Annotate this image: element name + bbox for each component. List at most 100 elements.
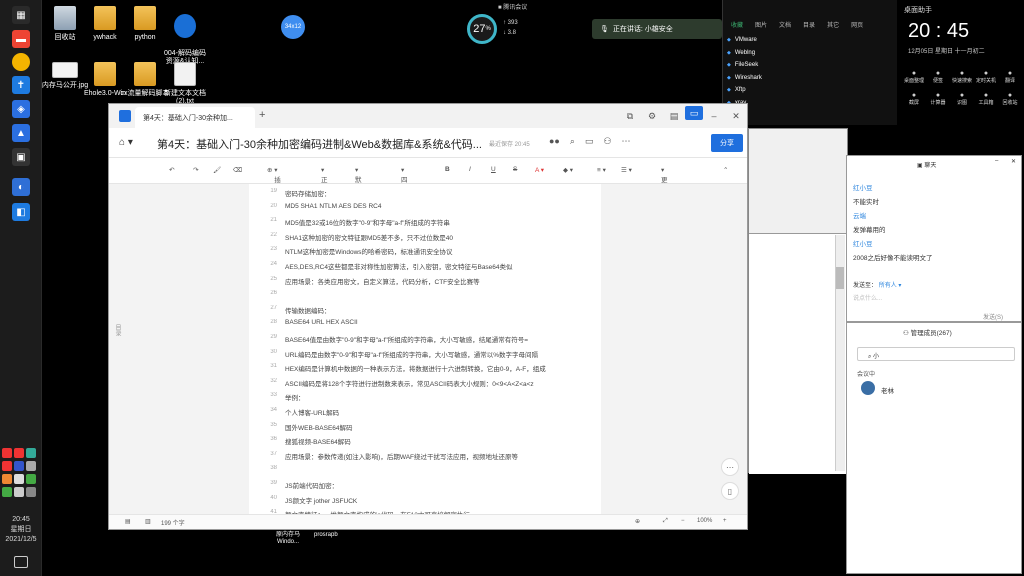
page-view-icon[interactable]: ▥	[145, 518, 151, 525]
document-line[interactable]: 37 应用场景：参数传递(如注入影响)，后期WAF绕过干扰写法应用，视频地址还原等	[249, 451, 601, 464]
chrome-icon[interactable]	[12, 53, 30, 71]
tray-icon[interactable]	[26, 487, 36, 497]
document-tab[interactable]: 第4天：基础入门-30余种加...	[135, 107, 255, 128]
close-icon[interactable]: ✕	[725, 104, 747, 128]
document-line[interactable]: 38	[249, 465, 601, 478]
desktop-icon-txt[interactable]: 新建文本文档(2).txt	[160, 62, 210, 106]
clear-format-icon[interactable]: ⌫	[233, 166, 242, 174]
list-icon[interactable]: ☰ ▾	[621, 166, 632, 174]
word-count[interactable]: 199 个字	[161, 518, 185, 527]
underline-icon[interactable]: U	[491, 166, 496, 173]
app-icon-4[interactable]: ◧	[12, 203, 30, 221]
document-line[interactable]: 24 AES,DES,RC4这些都是非对称性加密算法，引入密钥，密文特征与Base…	[249, 261, 601, 274]
background-window[interactable]	[748, 128, 849, 474]
cpu-meter[interactable]: 27%	[467, 14, 497, 44]
restore-icon[interactable]: ⧉	[619, 104, 641, 128]
share-button[interactable]: 分享	[711, 134, 743, 152]
document-line[interactable]: 21 MD5值是32或16位的数字"0-9"和字母"a-f"所组成的字符串	[249, 217, 601, 230]
strikethrough-icon[interactable]: S	[513, 166, 517, 173]
tool-item[interactable]: 便签	[926, 70, 950, 84]
shield-icon[interactable]: ◈	[12, 100, 30, 118]
collaborators-icon[interactable]: ●●	[549, 136, 560, 147]
comment-icon[interactable]: ▭	[585, 136, 594, 147]
panel-tab[interactable]: 图片	[755, 20, 767, 29]
zoom-level[interactable]: 100%	[697, 518, 712, 524]
tray-icon[interactable]	[2, 461, 12, 471]
home-icon[interactable]: ⌂ ▾	[119, 137, 133, 148]
close-icon[interactable]: ✕	[1011, 158, 1016, 165]
add-user-icon[interactable]: ⚇	[603, 136, 611, 147]
tool-item[interactable]: 快速搜索	[950, 70, 974, 84]
chat-input[interactable]: 说点什么...	[853, 293, 882, 302]
tray-icon[interactable]	[2, 487, 12, 497]
panel-tab[interactable]: 网页	[851, 20, 863, 29]
member-search-input[interactable]: ⌕ 小	[857, 347, 1015, 361]
notes-side-icon[interactable]: ▯	[721, 482, 739, 500]
tray-icon[interactable]	[14, 487, 24, 497]
desktop-icon-bottom-1[interactable]: 原内存马 Windo...	[276, 532, 300, 546]
zoom-in-icon[interactable]: +	[723, 518, 727, 524]
panel-tab[interactable]: 其它	[827, 20, 839, 29]
document-line[interactable]: 25 应用场景：各类应用密文，自定义算法，代码分析，CTF安全比赛等	[249, 276, 601, 289]
tray-icon[interactable]	[14, 474, 24, 484]
document-line[interactable]: 26	[249, 290, 601, 303]
panel-item[interactable]: VMware	[727, 34, 762, 47]
redo-icon[interactable]: ↷	[193, 166, 198, 174]
minimize-icon[interactable]: –	[703, 104, 725, 128]
zoom-out-icon[interactable]: −	[681, 518, 685, 524]
panel-item[interactable]: Wireshark	[727, 72, 762, 85]
app-icon-3[interactable]: ◐	[12, 178, 30, 196]
tool-item[interactable]: 截屏	[902, 92, 926, 106]
notes-icon[interactable]: ▤	[663, 104, 685, 128]
notification-icon[interactable]	[14, 556, 28, 568]
document-line[interactable]: 30 URL编码是由数字"0-9"和字母"a-f"所组成的字符串，大小写敏感，通常…	[249, 349, 601, 362]
tool-item[interactable]: 回收站	[998, 92, 1022, 106]
collapse-icon[interactable]: ⌃	[723, 166, 728, 174]
document-title[interactable]: 第4天：基础入门-30余种加密编码进制&Web&数据库&系统&代码...	[157, 136, 482, 152]
document-line[interactable]: 28 BASE64 URL HEX ASCII	[249, 319, 601, 332]
taskbar-clock[interactable]: 20:45 星期日 2021/12/5	[0, 515, 42, 545]
app-icon-2[interactable]: ✝	[12, 76, 30, 94]
meeting-icon[interactable]: ▲	[12, 124, 30, 142]
bold-icon[interactable]: B	[445, 166, 450, 173]
tool-item[interactable]: 计算器	[926, 92, 950, 106]
panel-item[interactable]: FileSeek	[727, 59, 762, 72]
search-icon[interactable]: ⌕	[570, 136, 575, 147]
document-line[interactable]: 32 ASCII编码是将128个字符进行进制数来表示，常见ASCII码表大小规则：…	[249, 378, 601, 391]
document-line[interactable]: 40 JS颜文字 jother JSFUCK	[249, 495, 601, 508]
document-line[interactable]: 33 举例：	[249, 392, 601, 405]
document-line[interactable]: 20 MD5 SHA1 NTLM AES DES RC4	[249, 203, 601, 216]
tool-item[interactable]: 工具箱	[974, 92, 998, 106]
document-line[interactable]: 39 JS前端代码加密：	[249, 480, 601, 493]
document-line[interactable]: 23 NTLM这种加密是Windows的哈希密码，标准通讯安全协议	[249, 246, 601, 259]
format-painter-icon[interactable]: 🖌	[213, 166, 221, 174]
tool-item[interactable]: 桌面整理	[902, 70, 926, 84]
send-button[interactable]: 发送(S)	[983, 312, 1003, 321]
terminal-icon[interactable]: ▣	[12, 148, 30, 166]
new-tab-icon[interactable]: +	[259, 109, 265, 121]
member-name[interactable]: 老林	[881, 385, 894, 395]
layout-icon[interactable]: ▤	[125, 518, 131, 525]
undo-icon[interactable]: ↶	[169, 166, 174, 174]
desktop-icon-bottom-2[interactable]: prosrapb	[314, 532, 338, 539]
tool-item[interactable]: 识图	[950, 92, 974, 106]
document-page[interactable]: 19 密码存储加密： 20 MD5 SHA1 NTLM AES DES RC4 21 MD…	[249, 184, 601, 516]
document-line[interactable]: 36 搜狐视频-BASE64解码	[249, 436, 601, 449]
highlight-icon[interactable]: ◆ ▾	[563, 166, 573, 174]
panel-tab[interactable]: 收藏	[731, 20, 743, 29]
tray-icon[interactable]	[26, 448, 36, 458]
speaking-indicator[interactable]: 🎙 正在讲话: 小雄安全	[592, 19, 722, 39]
align-icon[interactable]: ≡ ▾	[597, 166, 606, 174]
insert-button[interactable]: ⊕ 插入 ▾	[267, 166, 281, 194]
document-line[interactable]: 19 密码存储加密：	[249, 188, 601, 201]
zoom-add-icon[interactable]: ⊕	[635, 518, 640, 525]
more-button[interactable]: 更多 ▾	[661, 166, 668, 194]
tray-icon[interactable]	[2, 448, 12, 458]
document-line[interactable]: 34 个人博客-URL解码	[249, 407, 601, 420]
scrollbar-thumb[interactable]	[836, 267, 844, 289]
send-to-select[interactable]: 所有人 ▾	[879, 283, 902, 289]
document-line[interactable]: 27 传输数据编码：	[249, 305, 601, 318]
document-line[interactable]: 22 SHA1这种加密的密文特征跟MD5差不多，只不过位数是40	[249, 232, 601, 245]
size-select[interactable]: 四号 ▾	[401, 166, 408, 194]
document-line[interactable]: 29 BASE64值是由数字"0-9"和字母"a-f"所组成的字符串，大小写敏感，…	[249, 334, 601, 347]
